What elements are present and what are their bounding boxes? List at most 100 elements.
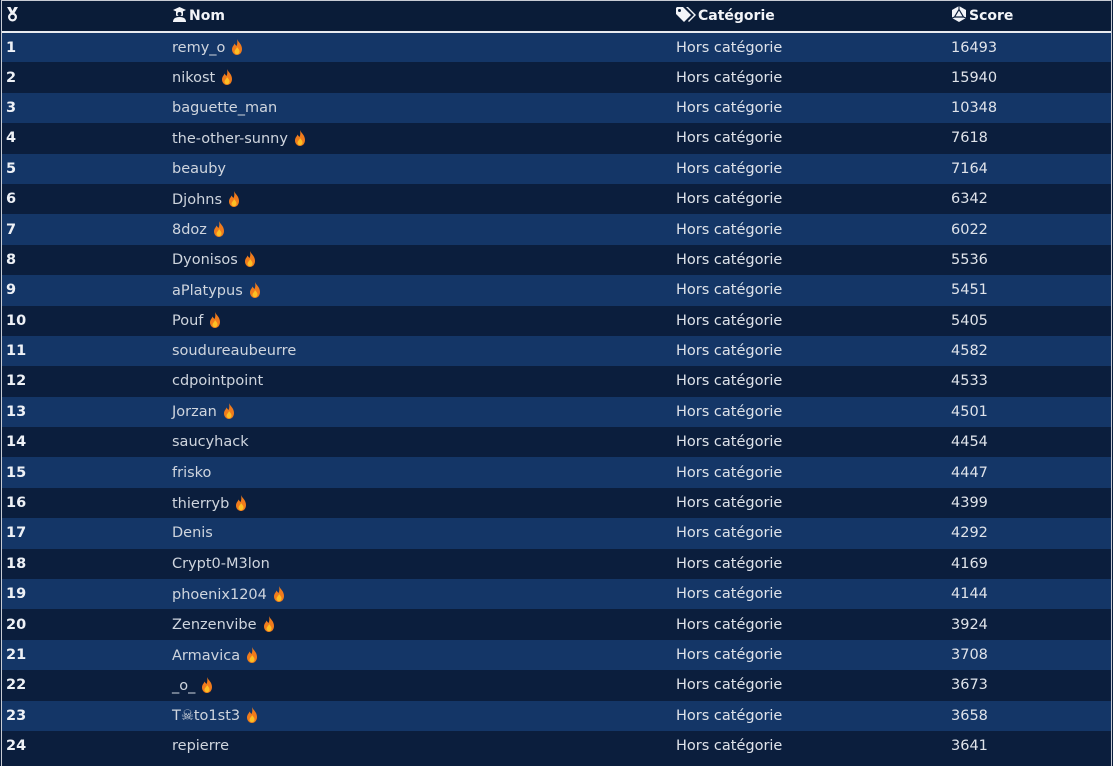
rank-cell: 10 [6, 312, 27, 329]
rank-cell: 24 [6, 738, 27, 755]
category-cell: Hors catégorie [676, 616, 783, 633]
rank-cell: 4 [6, 130, 17, 147]
name-cell[interactable]: Denis [168, 518, 672, 548]
fire-icon [223, 403, 235, 420]
category-cell: Hors catégorie [676, 343, 783, 360]
table-row: 6 Djohns Hors catégorie 6342 [2, 183, 1111, 215]
player-name[interactable]: 8doz [172, 222, 207, 238]
score-cell: 3924 [951, 616, 988, 633]
rank-cell: 23 [6, 707, 27, 724]
name-cell[interactable]: Pouf [168, 306, 672, 336]
player-name[interactable]: baguette_man [172, 100, 277, 116]
player-name[interactable]: nikost [172, 70, 215, 86]
score-cell: 7618 [951, 130, 988, 147]
table-row: 3 baguette_man Hors catégorie 10348 [2, 92, 1111, 124]
score-cell: 4454 [951, 434, 988, 451]
category-cell: Hors catégorie [676, 586, 783, 603]
table-row: 5 beauby Hors catégorie 7164 [2, 153, 1111, 184]
rank-header[interactable] [2, 1, 168, 32]
player-name[interactable]: Denis [172, 525, 213, 541]
player-name[interactable]: remy_o [172, 40, 225, 56]
rank-cell: 8 [6, 251, 17, 268]
table-row: 18 Crypt0-M3lon Hors catégorie 4169 [2, 548, 1111, 580]
table-row: 4 the-other-sunny Hors catégorie 7618 [2, 123, 1111, 154]
name-cell[interactable]: Armavica [168, 640, 672, 670]
name-cell[interactable]: Crypt0-M3lon [168, 549, 672, 579]
table-body: 1 remy_o Hors catégorie 16493 2 nikost Hors ca… [2, 32, 1111, 762]
name-cell[interactable]: _o_ [168, 670, 672, 700]
player-name[interactable]: _o_ [172, 678, 195, 694]
fire-icon [263, 616, 275, 633]
player-name[interactable]: Jorzan [172, 404, 217, 420]
player-name[interactable]: repierre [172, 738, 229, 754]
name-cell[interactable]: the-other-sunny [168, 123, 672, 153]
category-cell: Hors catégorie [676, 707, 783, 724]
category-header-label: Catégorie [698, 7, 775, 24]
score-cell: 7164 [951, 160, 988, 177]
table-row: 8 Dyonisos Hors catégorie 5536 [2, 244, 1111, 276]
table-row: 24 repierre Hors catégorie 3641 [2, 730, 1111, 762]
player-name[interactable]: frisko [172, 465, 211, 481]
name-cell[interactable]: Dyonisos [168, 245, 672, 275]
category-cell: Hors catégorie [676, 434, 783, 451]
rank-cell: 13 [6, 403, 27, 420]
fire-icon [201, 676, 213, 693]
name-cell[interactable]: baguette_man [168, 93, 672, 123]
category-header[interactable]: Catégorie [672, 1, 947, 32]
table-row: 21 Armavica Hors catégorie 3708 [2, 639, 1111, 671]
name-cell[interactable]: Jorzan [168, 397, 672, 427]
rank-cell: 11 [6, 343, 27, 360]
name-cell[interactable]: Djohns [168, 184, 672, 214]
name-cell[interactable]: thierryb [168, 488, 672, 518]
score-header[interactable]: Score [947, 1, 1111, 32]
player-name[interactable]: the-other-sunny [172, 131, 288, 147]
name-cell[interactable]: repierre [168, 731, 672, 761]
player-name[interactable]: Dyonisos [172, 252, 238, 268]
name-cell[interactable]: saucyhack [168, 427, 672, 457]
name-cell[interactable]: phoenix1204 [168, 579, 672, 609]
player-name[interactable]: Crypt0-M3lon [172, 556, 270, 572]
player-name[interactable]: phoenix1204 [172, 587, 267, 603]
rank-cell: 18 [6, 555, 27, 572]
rank-cell: 6 [6, 191, 17, 208]
player-name[interactable]: aPlatypus [172, 283, 243, 299]
player-name[interactable]: soudureaubeurre [172, 343, 296, 359]
rank-cell: 19 [6, 586, 27, 603]
player-name[interactable]: Djohns [172, 192, 222, 208]
player-name[interactable]: thierryb [172, 496, 229, 512]
table-row: 14 saucyhack Hors catégorie 4454 [2, 427, 1111, 458]
player-name[interactable]: saucyhack [172, 434, 249, 450]
player-name[interactable]: cdpointpoint [172, 373, 263, 389]
name-cell[interactable]: cdpointpoint [168, 366, 672, 396]
name-cell[interactable]: T☠to1st3 [168, 701, 672, 731]
player-name[interactable]: T☠to1st3 [172, 708, 240, 724]
name-cell[interactable]: soudureaubeurre [168, 336, 672, 366]
name-cell[interactable]: 8doz [168, 214, 672, 244]
player-name[interactable]: Zenzenvibe [172, 617, 257, 633]
player-name[interactable]: Pouf [172, 313, 203, 329]
fire-icon [213, 221, 225, 238]
category-cell: Hors catégorie [676, 99, 783, 116]
player-name[interactable]: beauby [172, 161, 226, 177]
category-cell: Hors catégorie [676, 251, 783, 268]
score-cell: 3658 [951, 707, 988, 724]
rank-cell: 2 [6, 69, 17, 86]
name-cell[interactable]: frisko [168, 457, 672, 487]
rank-cell: 14 [6, 434, 27, 451]
rank-cell: 22 [6, 677, 27, 694]
table-row: 13 Jorzan Hors catégorie 4501 [2, 396, 1111, 428]
score-cell: 4582 [951, 343, 988, 360]
name-cell[interactable]: beauby [168, 154, 672, 184]
name-cell[interactable]: nikost [168, 62, 672, 92]
player-name[interactable]: Armavica [172, 648, 240, 664]
score-cell: 16493 [951, 39, 998, 56]
name-cell[interactable]: Zenzenvibe [168, 609, 672, 639]
name-cell[interactable]: aPlatypus [168, 275, 672, 305]
fire-icon [244, 251, 256, 268]
name-header[interactable]: Nom [168, 1, 672, 32]
category-cell: Hors catégorie [676, 282, 783, 299]
table-row: 15 frisko Hors catégorie 4447 [2, 457, 1111, 488]
name-cell[interactable]: remy_o [168, 32, 672, 62]
score-header-label: Score [969, 8, 1014, 24]
category-cell: Hors catégorie [676, 69, 783, 86]
